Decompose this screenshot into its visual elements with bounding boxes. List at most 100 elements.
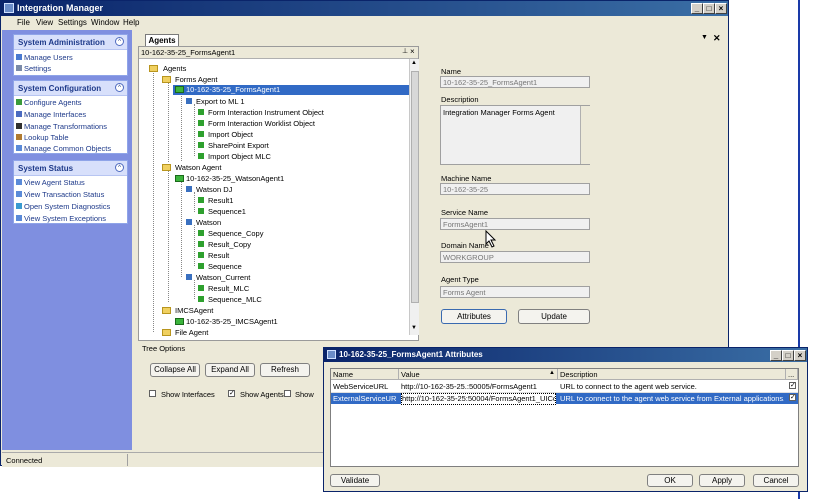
group-header[interactable]: System Configuration ^ — [14, 81, 127, 96]
tree-node-imcsagent1[interactable]: 10-162-35-25_IMCSAgent1 — [173, 317, 278, 326]
cancel-button[interactable]: Cancel — [753, 474, 799, 487]
dialog-title-bar[interactable]: 10-162-35-25_FormsAgent1 Attributes _ □ … — [324, 348, 807, 362]
menu-file[interactable]: File — [17, 18, 30, 27]
tab-menu-icon[interactable]: ▼ — [701, 34, 708, 41]
table-row-selected[interactable]: ExternalServiceURL http://10-162-35-25:5… — [331, 393, 798, 405]
domain-name-field[interactable]: WORKGROUP — [440, 251, 590, 263]
tree-node-object[interactable]: Import Object MLC — [198, 152, 271, 161]
tree-node-watsonagent1[interactable]: 10-162-35-25_WatsonAgent1 — [173, 174, 284, 183]
tree-node-watson-agent[interactable]: Watson Agent — [162, 163, 221, 172]
group-header[interactable]: System Status ^ — [14, 161, 127, 176]
column-header-description[interactable]: Description — [558, 369, 786, 380]
table-row[interactable]: WebServiceURL http://10-162-35-25.:50005… — [331, 381, 798, 393]
name-field[interactable]: 10-162-35-25_FormsAgent1 — [440, 76, 590, 88]
tree-node-object[interactable]: Result_Copy — [198, 240, 251, 249]
interface-icon — [186, 98, 192, 104]
agent-type-field[interactable]: Forms Agent — [440, 286, 590, 298]
menu-help[interactable]: Help — [123, 18, 139, 27]
status-divider — [127, 454, 128, 466]
tree-node-agents[interactable]: Agents — [149, 64, 186, 73]
nav-view-transaction-status[interactable]: View Transaction Status — [16, 190, 104, 199]
scroll-up-icon[interactable]: ▲ — [411, 60, 417, 66]
object-icon — [198, 208, 204, 214]
show-interfaces-checkbox[interactable] — [149, 390, 156, 397]
tree-node-object[interactable]: Result — [198, 251, 229, 260]
menu-window[interactable]: Window — [91, 18, 119, 27]
nav-settings[interactable]: Settings — [16, 64, 51, 73]
close-icon[interactable]: × — [715, 3, 727, 14]
tree-node-object[interactable]: Sequence — [198, 262, 242, 271]
refresh-button[interactable]: Refresh — [260, 363, 310, 377]
menu-view[interactable]: View — [36, 18, 53, 27]
title-bar[interactable]: Integration Manager _ □ × — [1, 1, 728, 16]
tree-node-label: IMCSAgent — [175, 306, 214, 315]
tree-node-object[interactable]: Result1 — [198, 196, 233, 205]
collapse-icon[interactable]: ^ — [115, 163, 124, 172]
column-header-value[interactable]: Value — [399, 369, 558, 380]
apply-button[interactable]: Apply — [699, 474, 745, 487]
nav-view-system-exceptions[interactable]: View System Exceptions — [16, 214, 106, 223]
machine-name-field[interactable]: 10-162-35-25 — [440, 183, 590, 195]
tab-close-icon[interactable]: ✕ — [713, 33, 721, 44]
pin-icon[interactable]: ⊥ — [402, 47, 408, 55]
attributes-grid: Name Value ▲ Description ... WebServiceU… — [330, 368, 799, 467]
show-more-checkbox[interactable] — [284, 390, 291, 397]
tree-node-object[interactable]: Sequence_Copy — [198, 229, 263, 238]
nav-configure-agents[interactable]: Configure Agents — [16, 98, 82, 107]
nav-manage-transformations[interactable]: Manage Transformations — [16, 122, 107, 131]
column-header-more[interactable]: ... — [786, 369, 798, 380]
group-header[interactable]: System Administration ^ — [14, 35, 127, 50]
tree-node-object[interactable]: Sequence1 — [198, 207, 246, 216]
scrollbar-thumb[interactable] — [411, 71, 419, 303]
cell-value-editor[interactable]: http://10-162-35-25:50004/FormsAgent1_UI… — [401, 393, 556, 405]
tab-agents[interactable]: Agents — [145, 34, 179, 46]
object-icon — [198, 197, 204, 203]
transform-icon — [16, 123, 22, 129]
tree-node-object[interactable]: Sequence_MLC — [198, 295, 262, 304]
tree-node-watson[interactable]: Watson — [186, 218, 221, 227]
tree-node-object[interactable]: Form Interaction Worklist Object — [198, 119, 315, 128]
panel-close-icon[interactable]: × — [410, 47, 415, 56]
collapse-all-button[interactable]: Collapse All — [150, 363, 200, 377]
update-button[interactable]: Update — [518, 309, 590, 324]
nav-manage-common-objects[interactable]: Manage Common Objects — [16, 144, 111, 153]
tree-node-object[interactable]: SharePoint Export — [198, 141, 269, 150]
attributes-button[interactable]: Attributes — [441, 309, 507, 324]
description-field[interactable]: Integration Manager Forms Agent — [440, 105, 590, 165]
menu-settings[interactable]: Settings — [58, 18, 87, 27]
minimize-icon[interactable]: _ — [691, 3, 703, 14]
tree-node-file-agent[interactable]: File Agent — [162, 328, 208, 337]
tree-scrollbar[interactable]: ▲ ▼ — [409, 59, 419, 335]
show-agents-checkbox[interactable]: ✓ — [228, 390, 235, 397]
description-scrollbar[interactable] — [580, 106, 590, 164]
ok-button[interactable]: OK — [647, 474, 693, 487]
collapse-icon[interactable]: ^ — [115, 37, 124, 46]
tree-node-export-to-ml[interactable]: Export to ML 1 — [186, 97, 245, 106]
collapse-icon[interactable]: ^ — [115, 83, 124, 92]
dialog-minimize-icon[interactable]: _ — [770, 350, 782, 361]
scroll-down-icon[interactable]: ▼ — [411, 325, 417, 331]
tree-node-watson-dj[interactable]: Watson DJ — [186, 185, 232, 194]
nav-lookup-table[interactable]: Lookup Table — [16, 133, 68, 142]
tree-node-imcs-agent[interactable]: IMCSAgent — [162, 306, 213, 315]
dialog-close-icon[interactable]: × — [794, 350, 806, 361]
tree-node-watson-current[interactable]: Watson_Current — [186, 273, 250, 282]
expand-all-button[interactable]: Expand All — [205, 363, 255, 377]
service-name-field[interactable]: FormsAgent1 — [440, 218, 590, 230]
dialog-maximize-icon[interactable]: □ — [782, 350, 794, 361]
column-header-name[interactable]: Name — [331, 369, 399, 380]
nav-manage-interfaces[interactable]: Manage Interfaces — [16, 110, 86, 119]
tree-node-formsagent1-selected[interactable]: 10-162-35-25_FormsAgent1 — [173, 85, 409, 95]
row-checkbox[interactable]: ✓ — [789, 382, 796, 389]
nav-open-system-diagnostics[interactable]: Open System Diagnostics — [16, 202, 110, 211]
tree-node-object[interactable]: Form Interaction Instrument Object — [198, 108, 324, 117]
row-checkbox[interactable]: ✓ — [789, 394, 796, 401]
nav-manage-users[interactable]: Manage Users — [16, 53, 73, 62]
tree-node-forms-agent[interactable]: Forms Agent — [162, 75, 218, 84]
maximize-icon[interactable]: □ — [703, 3, 715, 14]
tree-node-object[interactable]: Result_MLC — [198, 284, 249, 293]
cell-value[interactable]: http://10-162-35-25.:50005/FormsAgent1 — [401, 382, 556, 391]
validate-button[interactable]: Validate — [330, 474, 380, 487]
nav-view-agent-status[interactable]: View Agent Status — [16, 178, 85, 187]
tree-node-object[interactable]: Import Object — [198, 130, 253, 139]
